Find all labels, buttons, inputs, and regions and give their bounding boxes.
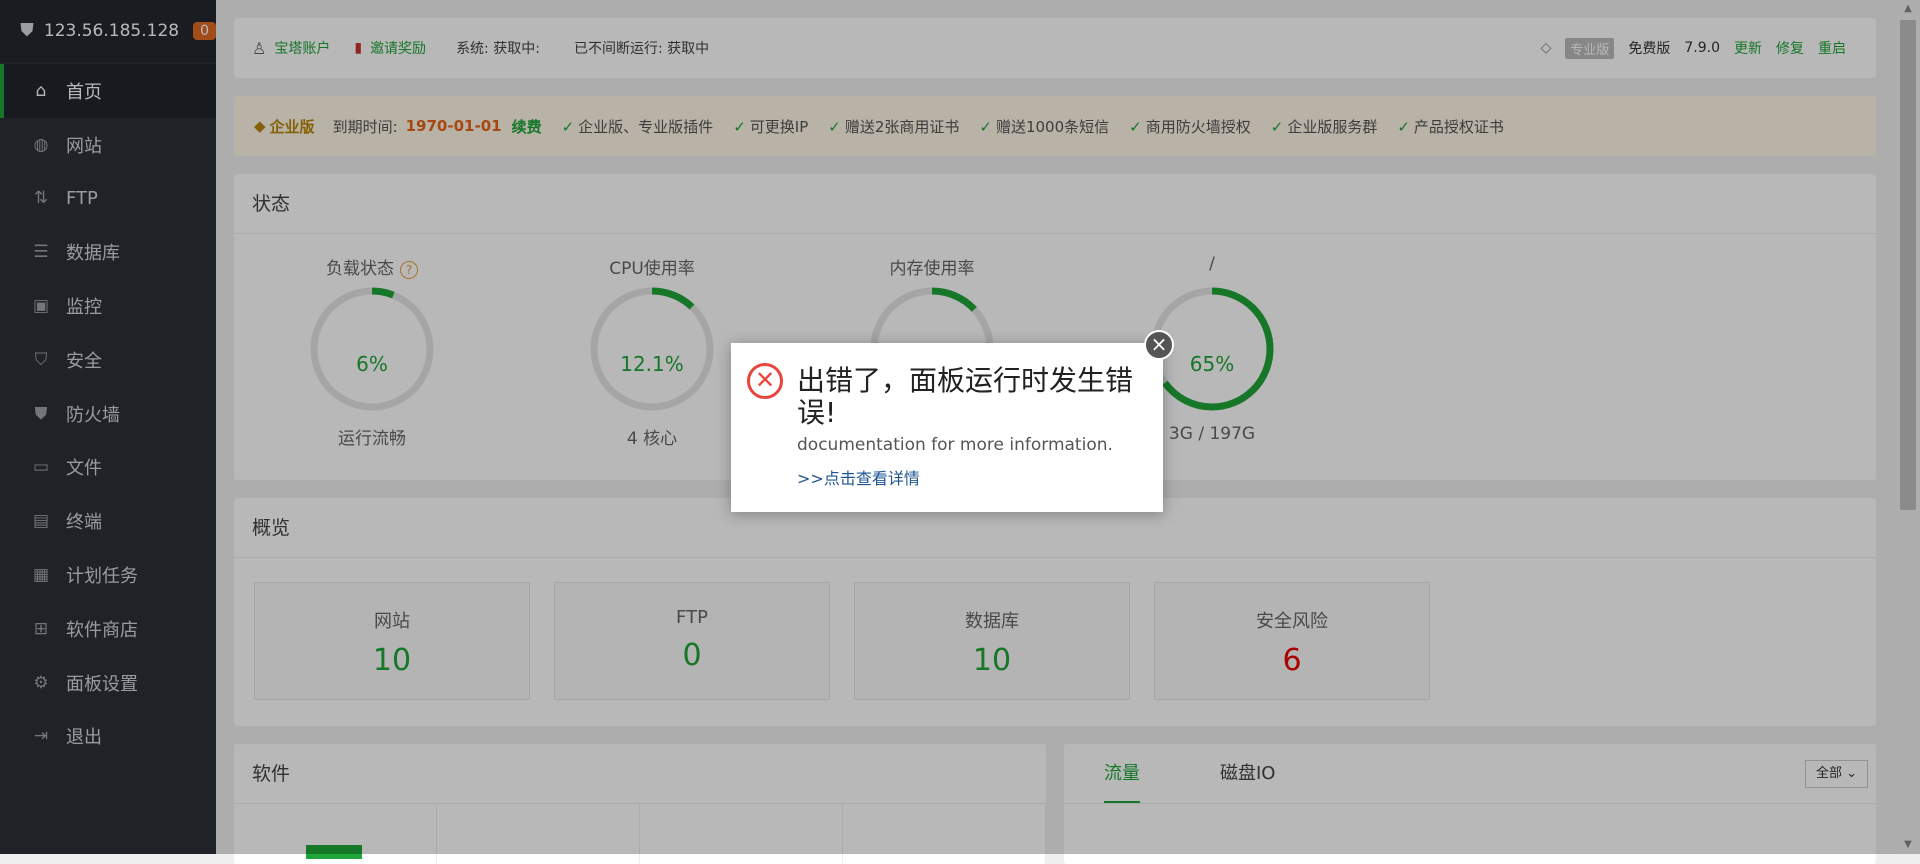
error-title: 出错了，面板运行时发生错误! [797,364,1134,429]
error-dialog: ✕ 出错了，面板运行时发生错误! documentation for more … [731,343,1163,512]
error-message: documentation for more information. [797,435,1113,455]
error-icon: ✕ [747,363,783,399]
error-details-link[interactable]: >>点击查看详情 [797,465,920,489]
close-icon[interactable]: × [1144,330,1174,360]
